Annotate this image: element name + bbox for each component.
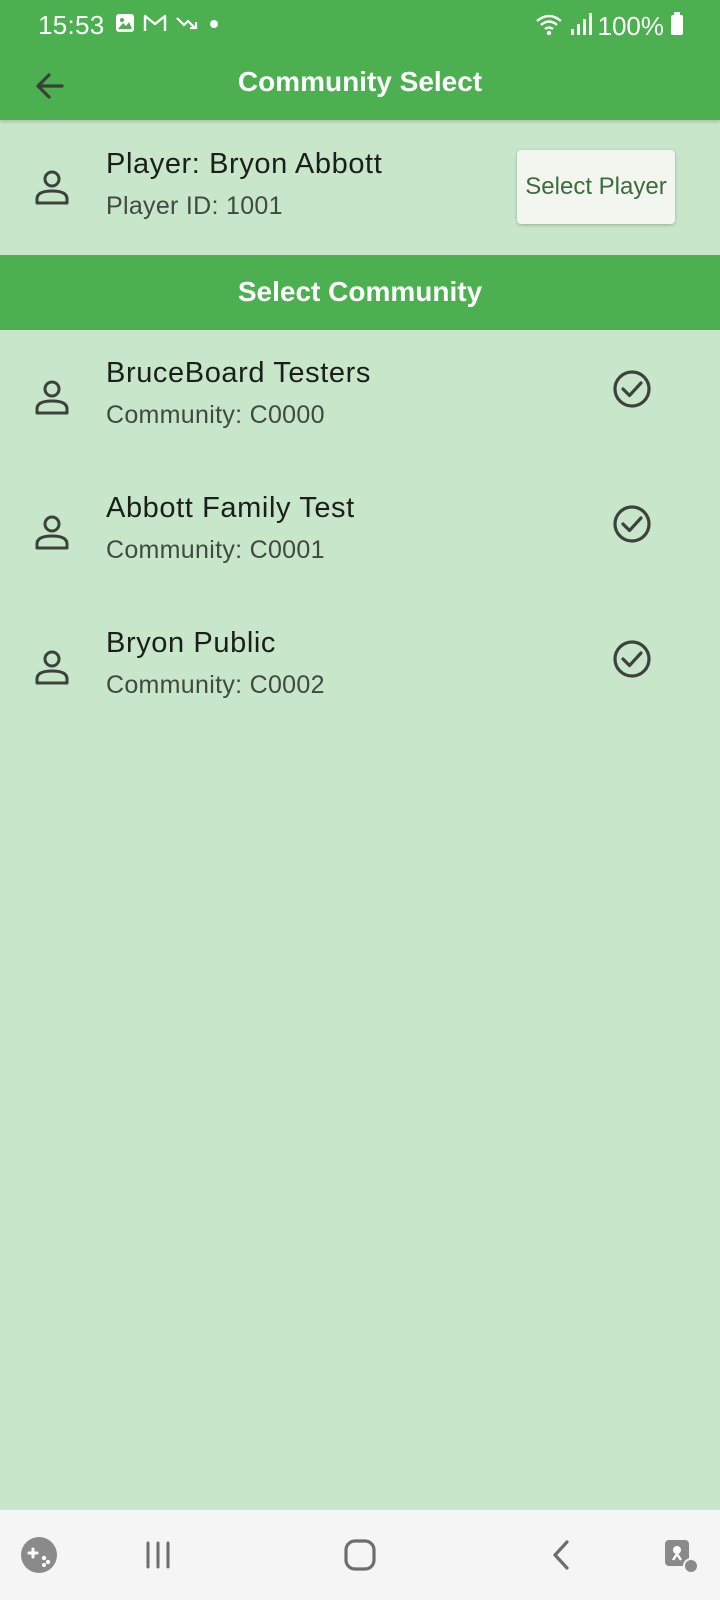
section-title: Select Community xyxy=(237,276,483,307)
notification-icons xyxy=(115,13,221,38)
app-bar: Community Select xyxy=(0,52,720,120)
battery-percent: 100% xyxy=(597,11,665,41)
community-list: BruceBoard Testers Community: C0000 Abbo… xyxy=(0,330,720,735)
signal-icon xyxy=(570,11,592,42)
person-icon xyxy=(35,515,69,550)
community-item[interactable]: Abbott Family Test Community: C0001 xyxy=(0,465,720,600)
trend-down-icon xyxy=(175,13,199,38)
community-item[interactable]: BruceBoard Testers Community: C0000 xyxy=(0,330,720,465)
game-launcher-icon xyxy=(21,1537,57,1573)
gmail-icon xyxy=(143,13,167,38)
page-title: Community Select xyxy=(237,66,483,97)
recent-apps-button[interactable] xyxy=(133,1530,183,1580)
person-icon xyxy=(35,380,69,415)
community-name: Abbott Family Test xyxy=(106,492,355,524)
dot-icon xyxy=(207,13,221,38)
person-icon xyxy=(35,170,69,205)
community-item[interactable]: Bryon Public Community: C0002 xyxy=(0,600,720,735)
check-circle-icon[interactable] xyxy=(610,637,654,681)
player-id: Player ID: 1001 xyxy=(106,192,283,220)
home-icon xyxy=(344,1539,376,1571)
player-row: Player: Bryon Abbott Player ID: 1001 Sel… xyxy=(0,120,720,255)
status-right: 100% xyxy=(534,11,685,42)
home-button[interactable] xyxy=(335,1530,385,1580)
back-icon xyxy=(553,1540,569,1570)
accessibility-button[interactable] xyxy=(655,1530,705,1580)
battery-icon xyxy=(670,12,684,41)
status-time: 15:53 xyxy=(38,10,105,40)
person-icon xyxy=(35,650,69,685)
image-icon xyxy=(115,13,135,38)
system-back-button[interactable] xyxy=(537,1530,587,1580)
recent-apps-icon xyxy=(146,1541,170,1569)
check-circle-icon[interactable] xyxy=(610,502,654,546)
community-name: BruceBoard Testers xyxy=(106,357,371,389)
community-code: Community: C0002 xyxy=(106,671,325,699)
community-code: Community: C0001 xyxy=(106,536,325,564)
navigation-bar xyxy=(0,1510,720,1600)
community-code: Community: C0000 xyxy=(106,401,325,429)
community-name: Bryon Public xyxy=(106,627,276,659)
accessibility-icon xyxy=(665,1540,699,1574)
check-circle-icon[interactable] xyxy=(610,367,654,411)
player-name: Player: Bryon Abbott xyxy=(106,148,383,180)
wifi-icon xyxy=(534,11,564,42)
section-header: Select Community xyxy=(0,255,720,330)
status-bar: 15:53 100% xyxy=(0,0,720,52)
game-launcher-button[interactable] xyxy=(14,1530,64,1580)
select-player-button[interactable]: Select Player xyxy=(517,150,675,224)
